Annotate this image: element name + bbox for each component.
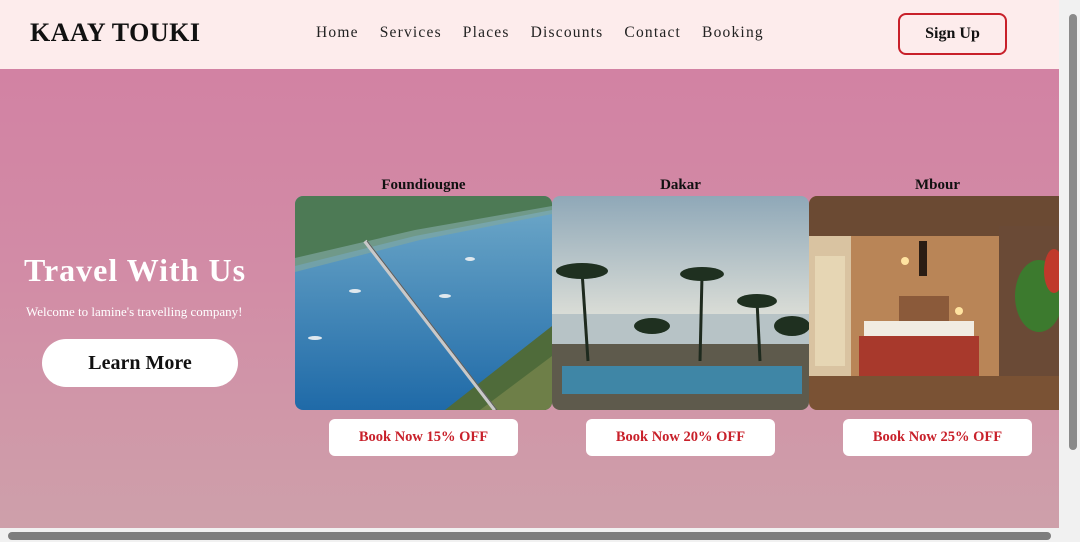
vertical-scrollbar-thumb[interactable] (1069, 14, 1077, 450)
nav-discounts-link[interactable]: Discounts (531, 24, 604, 42)
nav-places-link[interactable]: Places (463, 24, 510, 42)
hero-title: Travel With Us (24, 252, 247, 288)
place-card-foundiougne: Foundiougne Book Now 15% OFF (295, 177, 552, 456)
place-card-dakar: Dakar Book Now 20% OFF (552, 177, 809, 456)
site-header: KAAY TOUKI Home Services Places Discount… (0, 0, 1059, 69)
main-nav: Home Services Places Discounts Contact B… (316, 24, 785, 42)
book-now-button[interactable]: Book Now 20% OFF (586, 419, 775, 456)
place-image-room[interactable] (809, 196, 1066, 410)
signup-button[interactable]: Sign Up (898, 13, 1007, 55)
nav-booking-link[interactable]: Booking (702, 24, 764, 42)
hero-section: Travel With Us Welcome to lamine's trave… (0, 69, 1066, 528)
hero-subtitle: Welcome to lamine's travelling company! (26, 304, 243, 319)
nav-contact-link[interactable]: Contact (624, 24, 681, 42)
place-card-mbour: Mbour Book Now 25% OFF (809, 177, 1066, 456)
place-image-resort[interactable] (552, 196, 809, 410)
place-image-bridge[interactable] (295, 196, 552, 410)
horizontal-scrollbar-thumb[interactable] (8, 532, 1051, 540)
place-title: Foundiougne (381, 177, 466, 193)
nav-home-link[interactable]: Home (316, 24, 359, 42)
site-logo[interactable]: KAAY TOUKI (30, 18, 200, 48)
nav-services-link[interactable]: Services (380, 24, 442, 42)
place-title: Mbour (915, 177, 960, 193)
book-now-button[interactable]: Book Now 25% OFF (843, 419, 1032, 456)
place-title: Dakar (660, 177, 701, 193)
learn-more-button[interactable]: Learn More (42, 339, 238, 387)
book-now-button[interactable]: Book Now 15% OFF (329, 419, 518, 456)
